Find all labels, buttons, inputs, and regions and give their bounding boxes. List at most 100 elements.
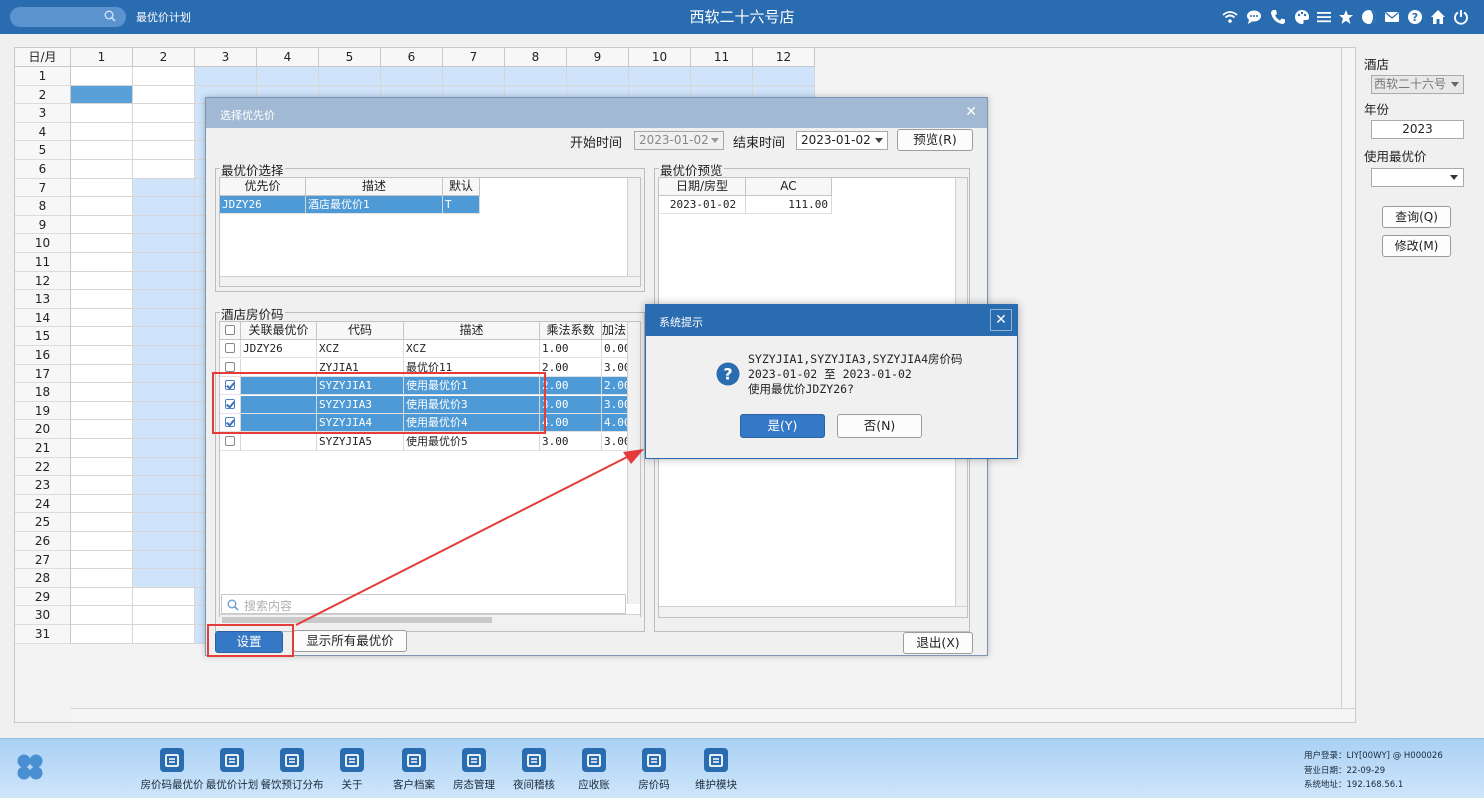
- calendar-cell[interactable]: [71, 606, 133, 625]
- room-rate-code-cell[interactable]: XCZ: [317, 340, 404, 358]
- calendar-cell[interactable]: [133, 587, 195, 607]
- room-rate-add-cell[interactable]: 2.00: [602, 377, 628, 396]
- preview-button[interactable]: 预览(R): [897, 129, 973, 151]
- day-row-header[interactable]: 18: [15, 383, 71, 402]
- palette-icon[interactable]: [1294, 9, 1310, 25]
- calendar-cell[interactable]: [133, 420, 195, 439]
- calendar-cell[interactable]: [133, 271, 195, 291]
- month-header[interactable]: 5: [319, 48, 381, 67]
- day-row-header[interactable]: 3: [15, 104, 71, 123]
- best-price-code-cell[interactable]: JDZY26: [220, 196, 306, 214]
- calendar-cell[interactable]: [71, 67, 133, 86]
- calendar-cell[interactable]: [319, 67, 381, 86]
- calendar-cell[interactable]: [71, 625, 133, 644]
- day-row-header[interactable]: 4: [15, 122, 71, 142]
- day-row-header[interactable]: 10: [15, 234, 71, 253]
- dock-item[interactable]: 客户档案: [382, 748, 446, 792]
- close-icon[interactable]: ✕: [965, 104, 977, 120]
- phone-icon[interactable]: [1270, 9, 1286, 25]
- day-row-header[interactable]: 26: [15, 532, 71, 551]
- calendar-cell[interactable]: [71, 141, 133, 160]
- calendar-cell[interactable]: [133, 513, 195, 532]
- day-row-header[interactable]: 2: [15, 85, 71, 105]
- day-row-header[interactable]: 23: [15, 476, 71, 495]
- calendar-cell[interactable]: [71, 197, 133, 216]
- row-checkbox[interactable]: [225, 436, 235, 446]
- calendar-cell[interactable]: [71, 364, 133, 384]
- home-icon[interactable]: [1430, 9, 1446, 25]
- dock-item[interactable]: 维护模块: [684, 748, 748, 792]
- calendar-cell[interactable]: [133, 550, 195, 570]
- day-row-header[interactable]: 7: [15, 178, 71, 198]
- calendar-cell[interactable]: [133, 197, 195, 216]
- calendar-cell[interactable]: [71, 401, 133, 421]
- calendar-cell[interactable]: [133, 439, 195, 458]
- room-rate-linked-cell[interactable]: JDZY26: [241, 340, 317, 358]
- dock-item[interactable]: 餐饮预订分布: [260, 748, 324, 792]
- calendar-cell[interactable]: [71, 178, 133, 198]
- calendar-cell[interactable]: [71, 160, 133, 179]
- calendar-cell[interactable]: [71, 308, 133, 328]
- preview-table-hscroll[interactable]: [659, 606, 967, 617]
- calendar-cell[interactable]: [133, 215, 195, 235]
- best-table-hscroll[interactable]: [220, 276, 640, 286]
- calendar-cell[interactable]: [71, 513, 133, 532]
- calendar-cell[interactable]: [133, 569, 195, 588]
- calendar-cell[interactable]: [133, 104, 195, 123]
- dock-item[interactable]: 应收账: [562, 748, 626, 792]
- calendar-cell[interactable]: [133, 364, 195, 384]
- row-checkbox-cell[interactable]: [220, 433, 241, 451]
- day-row-header[interactable]: 30: [15, 606, 71, 625]
- day-row-header[interactable]: 28: [15, 569, 71, 588]
- month-header[interactable]: 6: [381, 48, 443, 67]
- year-input[interactable]: 2023: [1371, 120, 1464, 139]
- no-button[interactable]: 否(N): [837, 414, 922, 438]
- calendar-cell[interactable]: [691, 67, 753, 86]
- row-checkbox[interactable]: [225, 361, 235, 372]
- show-all-best-button[interactable]: 显示所有最优价: [293, 630, 407, 652]
- help-icon[interactable]: ?: [1407, 9, 1423, 25]
- dock-item[interactable]: 最优价计划: [200, 748, 264, 792]
- calendar-cell[interactable]: [443, 67, 505, 86]
- calendar-cell[interactable]: [71, 383, 133, 402]
- calendar-cell[interactable]: [71, 439, 133, 458]
- calendar-cell[interactable]: [133, 625, 195, 644]
- calendar-cell[interactable]: [71, 569, 133, 588]
- month-header[interactable]: 3: [195, 48, 257, 67]
- day-row-header[interactable]: 22: [15, 457, 71, 477]
- day-row-header[interactable]: 8: [15, 197, 71, 216]
- calendar-cell[interactable]: [133, 253, 195, 272]
- end-time-combo[interactable]: 2023-01-02: [796, 131, 888, 150]
- select-all-checkbox[interactable]: [225, 325, 235, 335]
- calendar-cell[interactable]: [71, 215, 133, 235]
- day-row-header[interactable]: 12: [15, 271, 71, 291]
- use-best-price-select[interactable]: [1371, 168, 1464, 187]
- month-header[interactable]: 11: [691, 48, 753, 67]
- day-row-header[interactable]: 17: [15, 364, 71, 384]
- calendar-cell[interactable]: [71, 122, 133, 142]
- calendar-cell[interactable]: [71, 271, 133, 291]
- yes-button[interactable]: 是(Y): [740, 414, 825, 438]
- day-row-header[interactable]: 24: [15, 494, 71, 514]
- calendar-cell[interactable]: [71, 346, 133, 365]
- calendar-cell[interactable]: [133, 457, 195, 477]
- query-button[interactable]: 查询(Q): [1382, 206, 1451, 228]
- day-row-header[interactable]: 11: [15, 253, 71, 272]
- calendar-cell[interactable]: [381, 67, 443, 86]
- dock-item[interactable]: 夜间稽核: [502, 748, 566, 792]
- moon-icon[interactable]: [1361, 9, 1377, 25]
- day-row-header[interactable]: 13: [15, 290, 71, 309]
- room-rate-add-cell[interactable]: 3.00: [602, 358, 628, 377]
- calendar-cell[interactable]: [133, 401, 195, 421]
- mail-icon[interactable]: [1384, 9, 1400, 25]
- day-row-header[interactable]: 19: [15, 401, 71, 421]
- day-row-header[interactable]: 16: [15, 346, 71, 365]
- calendar-cell[interactable]: [133, 346, 195, 365]
- room-rate-mult-cell[interactable]: 2.00: [540, 358, 602, 377]
- room-rate-mult-cell[interactable]: 1.00: [540, 340, 602, 358]
- calendar-cell[interactable]: [133, 494, 195, 514]
- calendar-cell[interactable]: [133, 308, 195, 328]
- day-row-header[interactable]: 9: [15, 215, 71, 235]
- calendar-cell[interactable]: [505, 67, 567, 86]
- room-rate-mult-cell[interactable]: 3.00: [540, 395, 602, 414]
